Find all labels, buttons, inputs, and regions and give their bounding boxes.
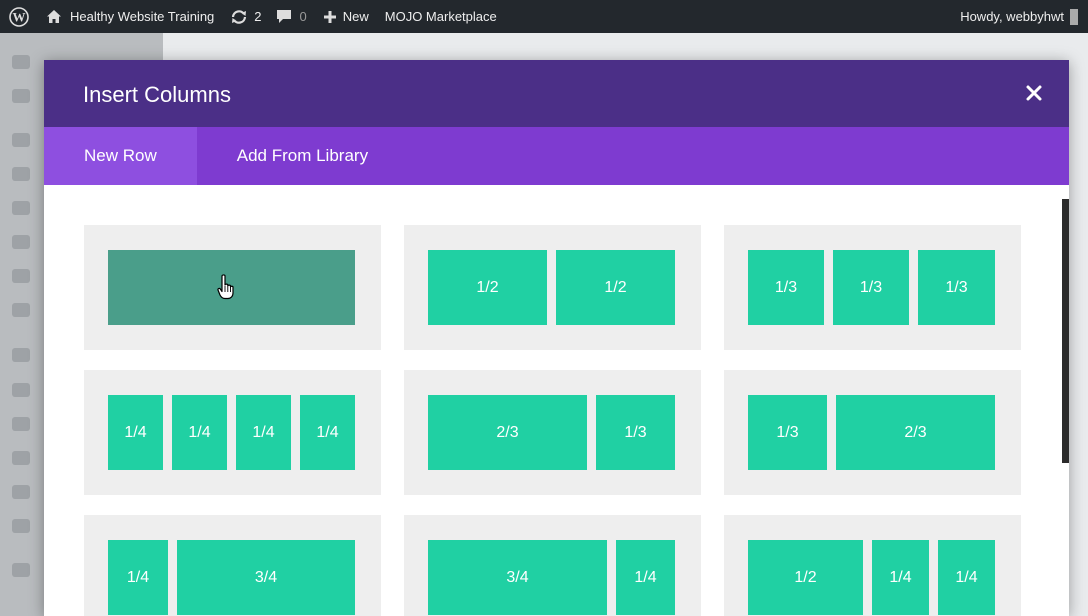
- column-block: 1/4: [300, 395, 355, 470]
- updates-icon: [232, 9, 247, 24]
- column-block: 1/3: [918, 250, 995, 325]
- comment-icon: [276, 10, 291, 23]
- column-layout-option[interactable]: 1/3 1/3 1/3: [724, 225, 1021, 350]
- avatar: [1070, 8, 1078, 25]
- divi-icon: [12, 303, 30, 317]
- settings-icon: [12, 519, 30, 533]
- column-block: 1/3: [596, 395, 675, 470]
- users-icon: [12, 451, 30, 465]
- column-block: 1/3: [748, 395, 827, 470]
- column-block: 1/4: [616, 540, 675, 615]
- insert-columns-modal: Insert Columns New Row Add From Library 1…: [44, 60, 1069, 616]
- mojo-marketplace-link[interactable]: MOJO Marketplace: [377, 0, 505, 33]
- mojo-label: MOJO Marketplace: [384, 9, 497, 24]
- column-block: [108, 250, 355, 325]
- media-icon: [12, 167, 30, 181]
- pin-icon: [12, 269, 30, 283]
- column-block: 1/4: [236, 395, 291, 470]
- site-name-link[interactable]: Healthy Website Training: [38, 0, 222, 33]
- tab-new-row[interactable]: New Row: [44, 127, 197, 185]
- modal-header: Insert Columns: [44, 60, 1069, 127]
- scrollbar[interactable]: [1062, 199, 1069, 463]
- dashboard-icon: [12, 55, 30, 69]
- site-name: Healthy Website Training: [70, 9, 215, 24]
- updates-count: 2: [254, 9, 262, 24]
- collapse-icon: [12, 563, 30, 577]
- menu-icon: [12, 89, 30, 103]
- column-layout-option[interactable]: 1/3 2/3: [724, 370, 1021, 495]
- column-layouts-grid: 1/2 1/2 1/3 1/3 1/3 1/4 1/4 1/4 1/4 2/3 1/3 1/3 2/3 1…: [44, 185, 1069, 616]
- column-block: 1/2: [556, 250, 675, 325]
- column-layout-option[interactable]: 2/3 1/3: [404, 370, 701, 495]
- column-block: 1/4: [872, 540, 929, 615]
- modal-tabs: New Row Add From Library: [44, 127, 1069, 185]
- column-layout-option[interactable]: 1/4 1/4 1/4 1/4: [84, 370, 381, 495]
- column-block: 1/2: [748, 540, 863, 615]
- edit-icon: [12, 417, 30, 431]
- column-block: 2/3: [836, 395, 995, 470]
- column-block: 1/4: [172, 395, 227, 470]
- column-layout-option[interactable]: [84, 225, 381, 350]
- column-block: 1/4: [108, 540, 168, 615]
- column-block: 1/4: [108, 395, 163, 470]
- modal-title: Insert Columns: [83, 82, 231, 107]
- pin-icon: [12, 133, 30, 147]
- plugins-icon: [12, 383, 30, 397]
- account-menu[interactable]: Howdy, webbyhwt: [960, 0, 1078, 33]
- wordpress-icon: W: [9, 6, 29, 27]
- admin-bar: W Healthy Website Training 2 0 New MOJO …: [0, 0, 1088, 33]
- appearance-icon: [12, 348, 30, 362]
- howdy-text: Howdy, webbyhwt: [960, 9, 1064, 24]
- wordpress-logo-button[interactable]: W: [0, 0, 38, 33]
- column-block: 1/2: [428, 250, 547, 325]
- svg-text:W: W: [13, 9, 26, 24]
- column-block: 1/4: [938, 540, 995, 615]
- column-layout-option[interactable]: 3/4 1/4: [404, 515, 701, 616]
- column-block: 3/4: [177, 540, 355, 615]
- home-icon: [47, 10, 61, 23]
- column-block: 1/3: [748, 250, 824, 325]
- new-content-link[interactable]: New: [315, 0, 377, 33]
- tools-icon: [12, 485, 30, 499]
- comments-menu-icon: [12, 235, 30, 249]
- tab-add-from-library[interactable]: Add From Library: [197, 127, 408, 185]
- column-layout-option[interactable]: 1/2 1/2: [404, 225, 701, 350]
- column-block: 3/4: [428, 540, 607, 615]
- column-layout-option[interactable]: 1/4 3/4: [84, 515, 381, 616]
- close-icon[interactable]: [1025, 84, 1043, 102]
- plus-icon: [323, 10, 336, 23]
- comments-count: 0: [299, 9, 307, 24]
- column-layout-option[interactable]: 1/2 1/4 1/4: [724, 515, 1021, 616]
- new-label: New: [342, 9, 369, 24]
- pages-icon: [12, 201, 30, 215]
- column-block: 1/3: [833, 250, 909, 325]
- updates-link[interactable]: 2: [222, 0, 269, 33]
- comments-link[interactable]: 0: [270, 0, 315, 33]
- column-block: 2/3: [428, 395, 587, 470]
